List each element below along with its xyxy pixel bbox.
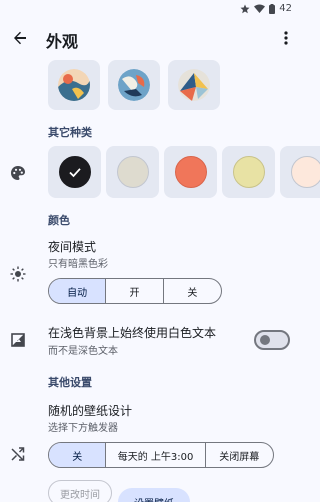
color-swatch-selected xyxy=(58,156,91,188)
set-wallpaper-button[interactable]: 设置壁纸 xyxy=(118,488,190,502)
wallpaper-thumbnail-2 xyxy=(118,69,150,101)
color-swatch xyxy=(232,156,265,188)
random-wallpaper-screen-off[interactable]: 关闭屏幕 xyxy=(206,443,273,467)
more-vert-icon xyxy=(284,31,288,45)
status-icons: 42 xyxy=(240,3,292,14)
wallpaper-thumbnail-3 xyxy=(178,69,210,101)
wallpaper-card-1[interactable] xyxy=(48,60,100,110)
brightness-icon xyxy=(10,266,26,282)
random-wallpaper-title: 随机的壁纸设计 xyxy=(48,404,133,418)
white-text-title: 在浅色背景上始终使用白色文本 xyxy=(48,326,217,340)
change-time-button[interactable]: 更改时间 xyxy=(48,480,112,502)
more-options-button[interactable] xyxy=(276,26,296,50)
section-header-other-settings: 其他设置 xyxy=(48,376,92,389)
app-bar: 外观 xyxy=(0,18,300,58)
swatch-card-1[interactable] xyxy=(48,146,101,198)
color-swatch xyxy=(174,156,207,188)
palette-icon xyxy=(10,165,26,181)
section-header-color: 颜色 xyxy=(48,214,70,227)
swatch-card-2[interactable] xyxy=(106,146,159,198)
swatch-card-3[interactable] xyxy=(164,146,217,198)
night-mode-on[interactable]: 开 xyxy=(106,279,164,303)
wallpaper-card-2[interactable] xyxy=(108,60,160,110)
random-wallpaper-selector: 关 每天的 上午3:00 关闭屏幕 xyxy=(48,442,274,468)
back-button[interactable] xyxy=(8,26,32,50)
switch-knob xyxy=(260,335,270,345)
section-header-other-types: 其它种类 xyxy=(48,126,92,139)
night-mode-auto[interactable]: 自动 xyxy=(49,279,107,303)
random-wallpaper-off[interactable]: 关 xyxy=(49,443,107,467)
night-mode-title: 夜间模式 xyxy=(48,240,97,254)
battery-level: 42 xyxy=(279,3,292,14)
night-mode-selector: 自动 开 关 xyxy=(48,278,222,304)
page-title: 外观 xyxy=(46,32,79,51)
wallpaper-card-3[interactable] xyxy=(168,60,220,110)
random-wallpaper-subtitle: 选择下方触发器 xyxy=(48,423,118,434)
check-icon xyxy=(68,168,81,178)
color-swatch xyxy=(116,156,149,188)
contrast-icon xyxy=(10,332,26,348)
shuffle-icon xyxy=(10,446,26,462)
random-wallpaper-daily[interactable]: 每天的 上午3:00 xyxy=(106,443,206,467)
battery-icon xyxy=(269,3,276,14)
white-text-subtitle: 而不是深色文本 xyxy=(48,346,118,357)
night-mode-subtitle: 只有暗黑色彩 xyxy=(48,259,108,270)
night-mode-off[interactable]: 关 xyxy=(164,279,221,303)
color-swatches xyxy=(48,146,320,198)
arrow-back-icon xyxy=(14,31,26,45)
status-bar: 42 xyxy=(0,0,300,18)
swatch-card-4[interactable] xyxy=(222,146,275,198)
wallpaper-thumbnail-1 xyxy=(58,69,90,101)
color-swatch xyxy=(290,156,320,188)
white-text-switch[interactable] xyxy=(254,330,290,350)
wallpaper-thumbnails xyxy=(48,60,220,110)
alarm-icon xyxy=(240,4,250,14)
wifi-icon xyxy=(254,4,266,13)
swatch-card-5[interactable] xyxy=(280,146,320,198)
